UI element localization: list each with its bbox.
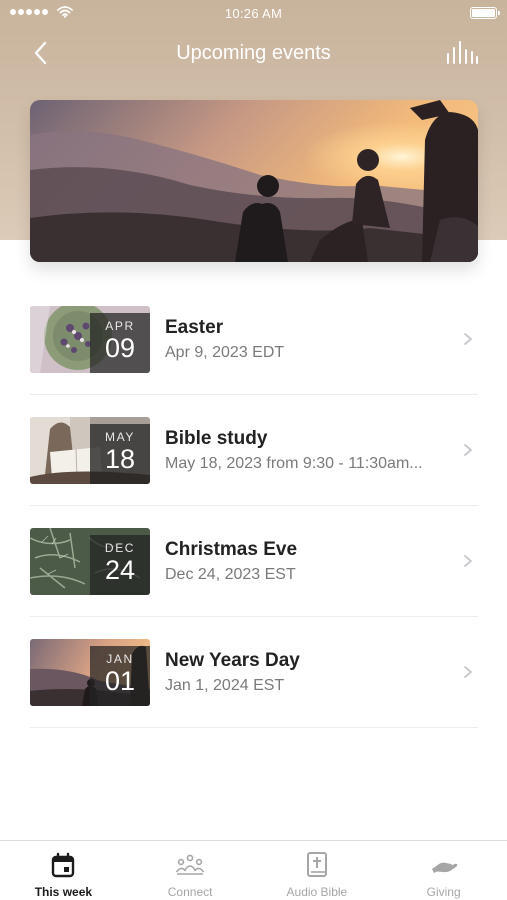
date-day: 09 xyxy=(104,333,136,363)
event-date-text: Apr 9, 2023 EDT xyxy=(165,344,285,361)
date-day: 24 xyxy=(104,555,136,585)
date-badge: DEC 24 xyxy=(90,535,150,595)
navigation-bar: Upcoming events xyxy=(0,30,507,74)
tab-bar: This week Connect Audio Bible Giving xyxy=(0,840,507,900)
chevron-right-icon xyxy=(464,333,472,345)
event-title: New Years Day xyxy=(165,650,300,671)
chevron-right-icon xyxy=(464,555,472,567)
tab-giving[interactable]: Giving xyxy=(380,841,507,900)
audio-bars-icon[interactable] xyxy=(445,40,479,66)
tab-label: Giving xyxy=(426,885,461,899)
battery-icon xyxy=(470,7,500,19)
event-title: Christmas Eve xyxy=(165,539,298,560)
event-thumbnail: DEC 24 xyxy=(30,528,150,595)
event-title: Bible study xyxy=(165,428,268,449)
date-badge: MAY 18 xyxy=(90,424,150,484)
giving-hand-icon xyxy=(431,862,457,873)
date-month: DEC xyxy=(104,541,136,555)
status-bar: 10:26 AM xyxy=(0,0,507,26)
date-day: 01 xyxy=(104,666,136,696)
hero-image xyxy=(30,100,478,262)
event-row-bible-study[interactable]: MAY 18 Bible study May 18, 2023 from 9:3… xyxy=(30,395,478,506)
date-month: MAY xyxy=(105,430,135,444)
status-time: 10:26 AM xyxy=(224,6,283,21)
tab-label: Audio Bible xyxy=(286,885,348,899)
date-badge: JAN 01 xyxy=(90,646,150,706)
event-row-easter[interactable]: APR 09 Easter Apr 9, 2023 EDT xyxy=(30,284,478,395)
event-thumbnail: MAY 18 xyxy=(30,417,150,484)
tab-this-week[interactable]: This week xyxy=(0,841,127,900)
date-day: 18 xyxy=(104,444,136,474)
tab-audio-bible[interactable]: Audio Bible xyxy=(254,841,381,900)
tab-connect[interactable]: Connect xyxy=(127,841,254,900)
event-thumbnail: APR 09 xyxy=(30,306,150,373)
bible-icon xyxy=(306,852,327,877)
event-title: Easter xyxy=(165,317,224,338)
events-list: APR 09 Easter Apr 9, 2023 EDT MAY 18 Bib… xyxy=(30,284,478,728)
chevron-right-icon xyxy=(464,666,472,678)
people-icon xyxy=(175,854,205,875)
event-row-new-years-day[interactable]: JAN 01 New Years Day Jan 1, 2024 EST xyxy=(30,617,478,728)
calendar-icon xyxy=(52,852,75,878)
chevron-right-icon xyxy=(464,444,472,456)
event-date-text: May 18, 2023 from 9:30 - 11:30am... xyxy=(165,455,423,472)
event-date-text: Jan 1, 2024 EST xyxy=(165,677,285,694)
event-row-christmas-eve[interactable]: DEC 24 Christmas Eve Dec 24, 2023 EST xyxy=(30,506,478,617)
tab-label: Connect xyxy=(167,885,213,899)
date-month: JAN xyxy=(106,652,134,666)
tab-label: This week xyxy=(34,885,93,899)
event-date-text: Dec 24, 2023 EST xyxy=(165,566,296,583)
event-thumbnail: JAN 01 xyxy=(30,639,150,706)
page-title: Upcoming events xyxy=(176,42,331,64)
date-badge: APR 09 xyxy=(90,313,150,373)
date-month: APR xyxy=(105,319,135,333)
